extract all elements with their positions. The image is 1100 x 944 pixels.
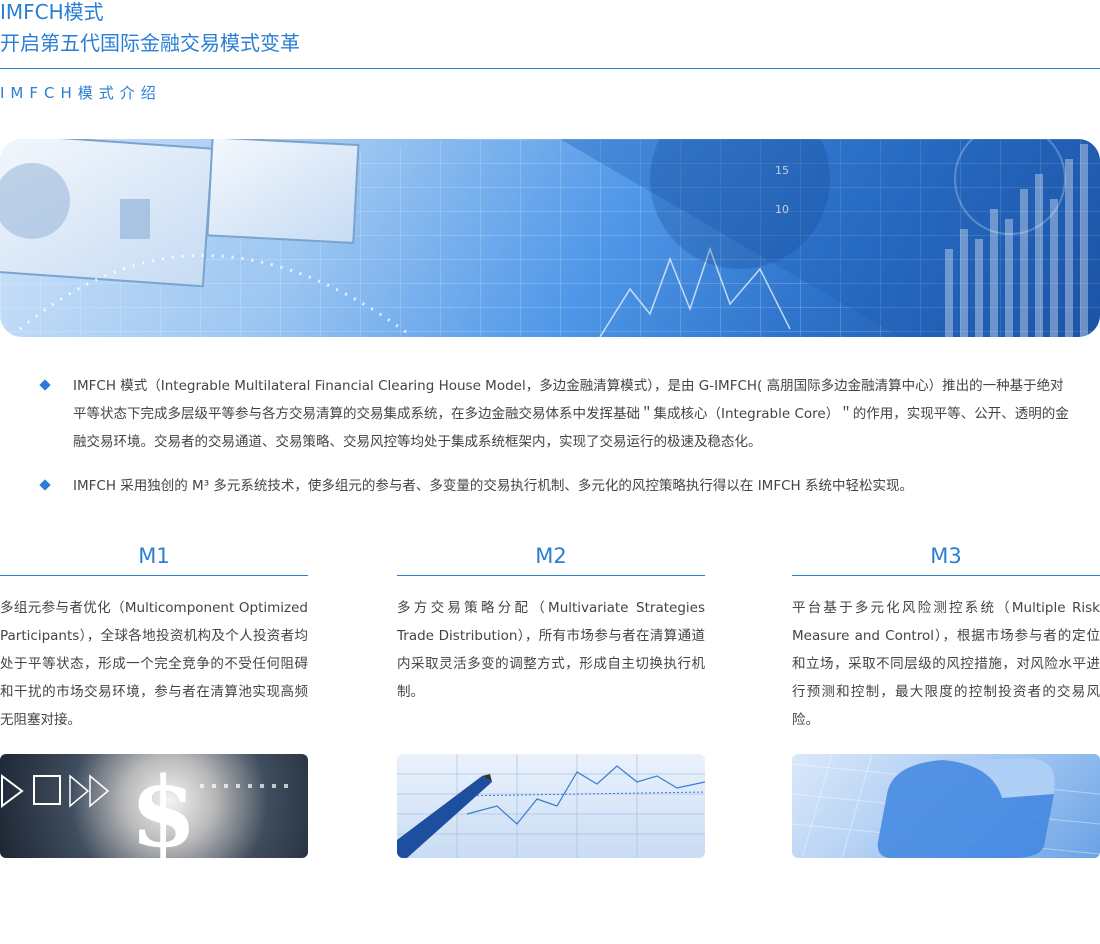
page-title: IMFCH模式	[0, 0, 104, 24]
column-title: M1	[138, 544, 170, 568]
column-m3: M3 平台基于多元化风险测控系统（Multiple Risk Measure a…	[792, 540, 1100, 858]
title-divider	[0, 68, 1100, 69]
dollar-bill-icon	[0, 139, 214, 288]
column-m1: M1 多组元参与者优化（Multicomponent Optimized Par…	[0, 540, 308, 858]
column-divider	[397, 575, 705, 576]
security-cube-image	[792, 754, 1100, 858]
column-m2: M2 多方交易策略分配（Multivariate Strategies Trad…	[397, 540, 705, 858]
intro-list: IMFCH 模式（Integrable Multilateral Financi…	[39, 372, 1070, 516]
bullet-text: IMFCH 模式（Integrable Multilateral Financi…	[73, 378, 1069, 450]
column-divider	[0, 575, 308, 576]
column-title: M2	[535, 544, 567, 568]
diamond-bullet-icon	[39, 479, 51, 491]
page-tagline: 开启第五代国际金融交易模式变革	[0, 31, 300, 55]
section-heading: IMFCH模式介绍	[0, 84, 162, 102]
dollar-bill-icon	[206, 139, 360, 244]
list-item: IMFCH 采用独创的 M³ 多元系统技术，使多组元的参与者、多变量的交易执行机…	[39, 472, 1070, 500]
column-text: 多组元参与者优化（Multicomponent Optimized Partic…	[0, 600, 308, 728]
column-divider	[792, 575, 1100, 576]
dollar-sign-image: $	[0, 754, 308, 858]
bullet-text: IMFCH 采用独创的 M³ 多元系统技术，使多组元的参与者、多变量的交易执行机…	[73, 478, 913, 494]
column-text: 平台基于多元化风险测控系统（Multiple Risk Measure and …	[792, 600, 1100, 728]
diamond-bullet-icon	[39, 379, 51, 391]
list-item: IMFCH 模式（Integrable Multilateral Financi…	[39, 372, 1070, 456]
column-text: 多方交易策略分配（Multivariate Strategies Trade D…	[397, 600, 705, 700]
banner-image: 15 10	[0, 139, 1100, 337]
pen-chart-image	[397, 754, 705, 858]
column-title: M3	[930, 544, 962, 568]
svg-text:$: $	[130, 756, 197, 858]
